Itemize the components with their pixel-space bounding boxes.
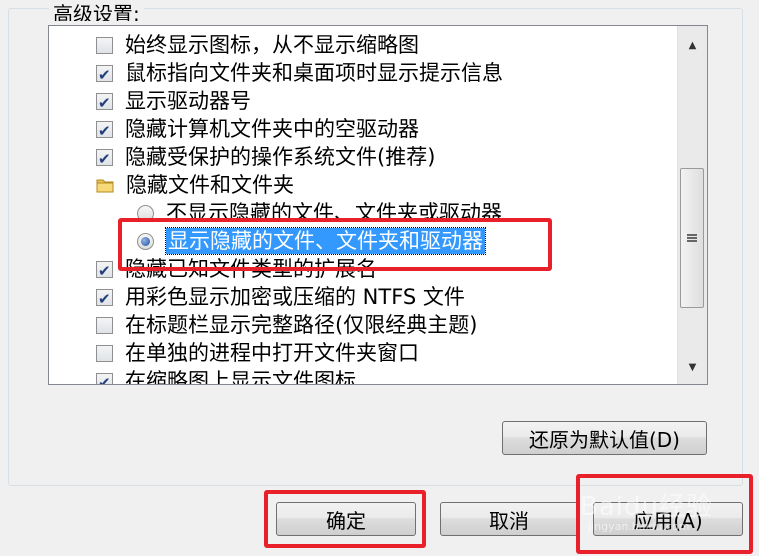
restore-defaults-button[interactable]: 还原为默认值(D) bbox=[502, 421, 707, 455]
ok-button[interactable]: 确定 bbox=[276, 502, 416, 536]
radio-label: 不显示隐藏的文件、文件夹或驱动器 bbox=[166, 201, 502, 225]
checkbox[interactable] bbox=[96, 258, 113, 284]
group-title: 高级设置: bbox=[49, 3, 144, 21]
checkbox[interactable] bbox=[96, 36, 113, 54]
list-item-show-popup-description[interactable]: 鼠标指向文件夹和桌面项时显示提示信息 bbox=[96, 60, 503, 88]
radio-dont-show-hidden[interactable]: 不显示隐藏的文件、文件夹或驱动器 bbox=[137, 200, 502, 226]
list-item-label: 鼠标指向文件夹和桌面项时显示提示信息 bbox=[125, 61, 503, 85]
list-item-label: 隐藏受保护的操作系统文件(推荐) bbox=[125, 145, 436, 169]
cancel-button[interactable]: 取消 bbox=[440, 502, 578, 536]
list-item-label: 始终显示图标，从不显示缩略图 bbox=[125, 33, 419, 57]
list-item-hide-extensions[interactable]: 隐藏已知文件类型的扩展名 bbox=[96, 256, 377, 284]
list-item-always-show-icons[interactable]: 始终显示图标，从不显示缩略图 bbox=[96, 32, 419, 58]
scroll-down-arrow-icon[interactable]: ▼ bbox=[678, 356, 707, 378]
radio-show-hidden[interactable]: 显示隐藏的文件、文件夹和驱动器 bbox=[137, 227, 486, 255]
radio-button[interactable] bbox=[137, 232, 154, 250]
checkbox[interactable] bbox=[96, 344, 113, 362]
list-item-color-ntfs[interactable]: 用彩色显示加密或压缩的 NTFS 文件 bbox=[96, 284, 465, 312]
scroll-up-arrow-icon[interactable]: ▲ bbox=[678, 34, 707, 56]
scroll-thumb[interactable] bbox=[680, 168, 704, 308]
list-item-label: 用彩色显示加密或压缩的 NTFS 文件 bbox=[125, 285, 465, 309]
grip-icon bbox=[687, 234, 697, 242]
list-item-hide-protected-os-files[interactable]: 隐藏受保护的操作系统文件(推荐) bbox=[96, 144, 436, 172]
folder-options-dialog: 高级设置: 始终显示图标，从不显示缩略图 鼠标指向文件夹和桌面项时显示提示信息 … bbox=[0, 0, 759, 556]
list-item-show-drive-letters[interactable]: 显示驱动器号 bbox=[96, 88, 251, 116]
checkbox[interactable] bbox=[96, 118, 113, 144]
list-item-label: 隐藏已知文件类型的扩展名 bbox=[125, 257, 377, 281]
list-item-file-icon-thumbnails[interactable]: 在缩略图上显示文件图标 bbox=[96, 368, 356, 384]
radio-label-selected: 显示隐藏的文件、文件夹和驱动器 bbox=[165, 227, 486, 255]
radio-button[interactable] bbox=[137, 204, 154, 222]
vertical-scrollbar[interactable]: ▲ ▼ bbox=[677, 26, 707, 384]
settings-rows: 始终显示图标，从不显示缩略图 鼠标指向文件夹和桌面项时显示提示信息 显示驱动器号… bbox=[49, 26, 677, 384]
list-item-hide-empty-drives[interactable]: 隐藏计算机文件夹中的空驱动器 bbox=[96, 116, 419, 144]
list-item-hidden-files-folder: 隐藏文件和文件夹 bbox=[96, 172, 294, 198]
checkbox[interactable] bbox=[96, 90, 113, 116]
advanced-settings-list[interactable]: 始终显示图标，从不显示缩略图 鼠标指向文件夹和桌面项时显示提示信息 显示驱动器号… bbox=[48, 25, 708, 385]
checkbox[interactable] bbox=[96, 316, 113, 334]
checkbox[interactable] bbox=[96, 370, 113, 384]
list-item-label: 显示驱动器号 bbox=[125, 89, 251, 113]
checkbox[interactable] bbox=[96, 146, 113, 172]
checkbox[interactable] bbox=[96, 286, 113, 312]
list-item-label: 隐藏计算机文件夹中的空驱动器 bbox=[125, 117, 419, 141]
list-item-label: 在缩略图上显示文件图标 bbox=[125, 369, 356, 384]
apply-button[interactable]: 应用(A) bbox=[593, 502, 743, 536]
list-item-full-path-title[interactable]: 在标题栏显示完整路径(仅限经典主题) bbox=[96, 312, 477, 338]
list-item-label: 在单独的进程中打开文件夹窗口 bbox=[125, 341, 419, 365]
list-item-separate-process[interactable]: 在单独的进程中打开文件夹窗口 bbox=[96, 340, 419, 366]
list-item-label: 在标题栏显示完整路径(仅限经典主题) bbox=[125, 313, 478, 337]
list-item-label: 隐藏文件和文件夹 bbox=[126, 173, 294, 197]
checkbox[interactable] bbox=[96, 62, 113, 88]
folder-icon bbox=[96, 179, 114, 193]
